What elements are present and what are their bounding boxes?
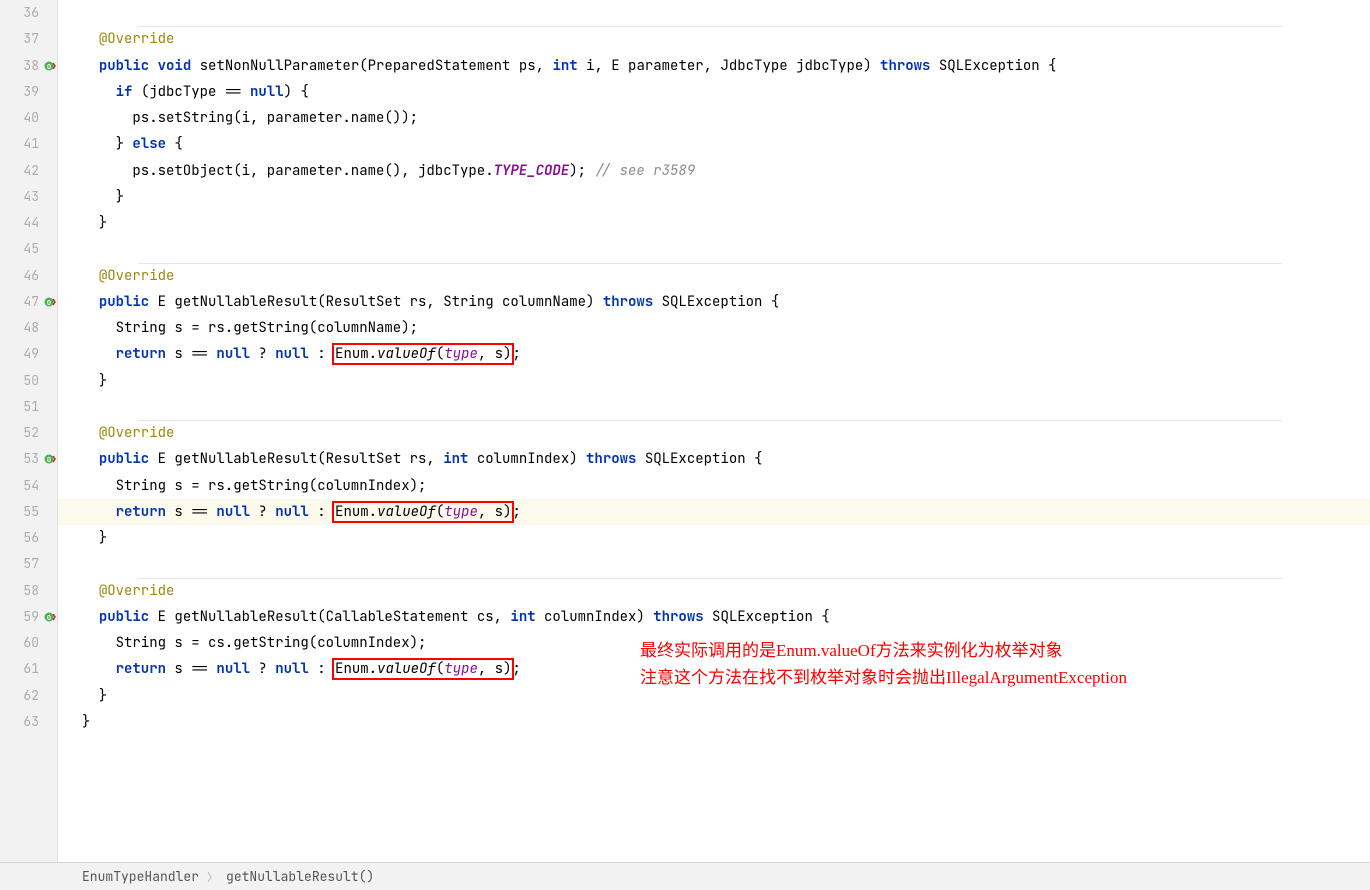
line-number: 40 xyxy=(0,105,39,131)
code-line[interactable]: public E getNullableResult(ResultSet rs,… xyxy=(82,446,1370,472)
code-line[interactable]: @Override xyxy=(82,26,1370,52)
code-line[interactable]: if (jdbcType == null) { xyxy=(82,79,1370,105)
code-line[interactable]: @Override xyxy=(82,263,1370,289)
code-line[interactable]: return s == null ? null : Enum.valueOf(t… xyxy=(82,499,1370,525)
line-number: 55 xyxy=(0,499,39,525)
breadcrumb-class[interactable]: EnumTypeHandler xyxy=(82,868,199,885)
code-line[interactable] xyxy=(82,0,1370,26)
code-line[interactable] xyxy=(82,394,1370,420)
svg-text:O: O xyxy=(47,63,51,72)
svg-text:O: O xyxy=(47,299,51,308)
code-line[interactable]: ps.setObject(i, parameter.name(), jdbcTy… xyxy=(82,158,1370,184)
line-number: 41 xyxy=(0,131,39,157)
code-line[interactable] xyxy=(82,236,1370,262)
line-number: 58 xyxy=(0,578,39,604)
code-line[interactable]: return s == null ? null : Enum.valueOf(t… xyxy=(82,341,1370,367)
override-gutter-icon[interactable]: O xyxy=(42,610,56,624)
line-number: 49 xyxy=(0,341,39,367)
svg-text:O: O xyxy=(47,456,51,465)
line-number: 44 xyxy=(0,210,39,236)
line-number: 43 xyxy=(0,184,39,210)
code-line[interactable]: String s = rs.getString(columnName); xyxy=(82,315,1370,341)
code-line[interactable] xyxy=(82,551,1370,577)
code-editor[interactable]: 363738O394041424344454647O484950515253O5… xyxy=(0,0,1370,862)
line-number: 50 xyxy=(0,368,39,394)
line-number: 39 xyxy=(0,79,39,105)
line-number: 61 xyxy=(0,656,39,682)
line-number: 46 xyxy=(0,263,39,289)
breadcrumb[interactable]: EnumTypeHandler 〉 getNullableResult() xyxy=(0,862,1370,890)
code-line[interactable]: @Override xyxy=(82,420,1370,446)
chevron-right-icon: 〉 xyxy=(207,869,218,885)
line-number: 38 xyxy=(0,53,39,79)
line-number: 63 xyxy=(0,709,39,735)
line-number: 52 xyxy=(0,420,39,446)
code-line[interactable]: } xyxy=(82,525,1370,551)
code-line[interactable]: @Override xyxy=(82,578,1370,604)
code-line[interactable]: String s = rs.getString(columnIndex); xyxy=(82,473,1370,499)
code-line[interactable]: } xyxy=(82,709,1370,735)
override-gutter-icon[interactable]: O xyxy=(42,452,56,466)
code-area[interactable]: @Override public void setNonNullParamete… xyxy=(58,0,1370,862)
line-number: 36 xyxy=(0,0,39,26)
line-number: 53 xyxy=(0,446,39,472)
svg-text:O: O xyxy=(47,614,51,623)
line-number: 56 xyxy=(0,525,39,551)
line-number: 60 xyxy=(0,630,39,656)
breadcrumb-method[interactable]: getNullableResult() xyxy=(226,868,374,885)
line-number: 59 xyxy=(0,604,39,630)
code-line[interactable]: } else { xyxy=(82,131,1370,157)
line-number: 62 xyxy=(0,683,39,709)
code-line[interactable]: } xyxy=(82,184,1370,210)
code-line[interactable]: ps.setString(i, parameter.name()); xyxy=(82,105,1370,131)
line-number: 57 xyxy=(0,551,39,577)
line-number: 45 xyxy=(0,236,39,262)
code-line[interactable]: public void setNonNullParameter(Prepared… xyxy=(82,53,1370,79)
line-number: 51 xyxy=(0,394,39,420)
line-number: 54 xyxy=(0,473,39,499)
override-gutter-icon[interactable]: O xyxy=(42,59,56,73)
code-line[interactable]: } xyxy=(82,368,1370,394)
line-number: 48 xyxy=(0,315,39,341)
code-line[interactable]: } xyxy=(82,210,1370,236)
code-line[interactable]: public E getNullableResult(CallableState… xyxy=(82,604,1370,630)
line-number: 42 xyxy=(0,158,39,184)
line-number: 47 xyxy=(0,289,39,315)
line-number-gutter: 363738O394041424344454647O484950515253O5… xyxy=(0,0,58,862)
line-number: 37 xyxy=(0,26,39,52)
code-line[interactable]: public E getNullableResult(ResultSet rs,… xyxy=(82,289,1370,315)
annotation-overlay: 最终实际调用的是Enum.valueOf方法来实例化为枚举对象 注意这个方法在找… xyxy=(640,637,1127,691)
override-gutter-icon[interactable]: O xyxy=(42,295,56,309)
